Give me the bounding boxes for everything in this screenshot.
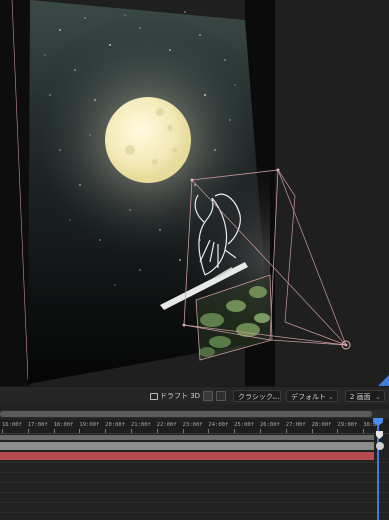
ruler-tick-label: 28:00f <box>311 422 332 428</box>
ruler-tick-label: 29:00f <box>337 422 358 428</box>
timeline-scrollbar[interactable] <box>0 410 389 418</box>
views-value: 2 画面 <box>350 393 371 401</box>
viewer-toolbar: ドラフト 3D クラシック... ⌄ デフォルト ⌄ 2 画面 ⌄ <box>0 386 389 404</box>
ruler-tick <box>79 429 81 433</box>
ruler-tick-label: 21:00f <box>131 422 151 428</box>
ruler-tick <box>311 429 313 433</box>
chevron-down-icon: ⌄ <box>375 393 381 401</box>
ruler-tick <box>260 429 261 433</box>
moon <box>105 97 191 183</box>
chevron-down-icon: ⌄ <box>328 393 334 401</box>
ruler-tick <box>53 429 55 433</box>
ruler-tick-label: 27:00f <box>285 422 306 428</box>
ruler-tick-label: 24:00f <box>208 422 229 428</box>
ruler-tick <box>285 429 287 433</box>
view-toggle-icon[interactable] <box>203 391 213 401</box>
corner-handle[interactable] <box>190 178 194 182</box>
composition-viewer[interactable] <box>0 0 389 386</box>
work-area-bar[interactable] <box>0 435 374 440</box>
ruler-tick-label: 25:00f <box>234 422 255 428</box>
ruler-tick-label: 17:00f <box>27 422 48 428</box>
corner-handle[interactable] <box>182 323 186 327</box>
ruler-tick-label: 19:00f <box>79 422 100 428</box>
ruler-tick-label: 18:00f <box>53 422 74 428</box>
ruler-tick <box>182 429 184 433</box>
ruler-tick <box>105 429 107 433</box>
camera-value: デフォルト <box>291 393 326 401</box>
ruler-tick <box>2 429 3 433</box>
ruler-tick <box>363 429 365 433</box>
ruler-tick <box>337 429 339 433</box>
camera-dropdown[interactable]: デフォルト ⌄ <box>286 390 338 402</box>
layer-duration-bar[interactable] <box>0 442 374 450</box>
chevron-down-icon: ⌄ <box>271 393 277 401</box>
draft-3d-toggle[interactable]: ドラフト 3D <box>150 390 200 402</box>
renderer-dropdown[interactable]: クラシック... ⌄ <box>233 390 281 402</box>
ruler-tick <box>208 429 210 433</box>
ruler-tick-label: 16:00f <box>2 422 22 428</box>
ruler-tick <box>27 429 29 433</box>
composition-canvas[interactable] <box>0 0 389 386</box>
layer-duration-bar[interactable] <box>0 452 374 460</box>
time-ruler[interactable]: 16:00f 17:00f 18:00f 19:00f 20:00f 21:00f 22:0… <box>0 420 389 434</box>
views-dropdown[interactable]: 2 画面 ⌄ <box>345 390 385 402</box>
scrollbar-thumb[interactable] <box>0 411 372 417</box>
gear-icon[interactable] <box>376 442 384 450</box>
corner-handle[interactable] <box>276 168 280 172</box>
ruler-tick-label: 23:00f <box>182 422 203 428</box>
view-toggle-icon[interactable] <box>216 391 226 401</box>
ruler-tick <box>131 429 132 433</box>
timeline-panel[interactable]: 16:00f 17:00f 18:00f 19:00f 20:00f 21:00f 22:0… <box>0 404 389 520</box>
draft-3d-icon <box>150 392 158 400</box>
ruler-tick <box>234 429 236 433</box>
draft-3d-label: ドラフト 3D <box>160 392 201 400</box>
ruler-tick-label: 20:00f <box>105 422 126 428</box>
ruler-tick-label: 22:00f <box>156 422 177 428</box>
ruler-tick <box>156 429 158 433</box>
ruler-tick-label: 26:00f <box>260 422 280 428</box>
